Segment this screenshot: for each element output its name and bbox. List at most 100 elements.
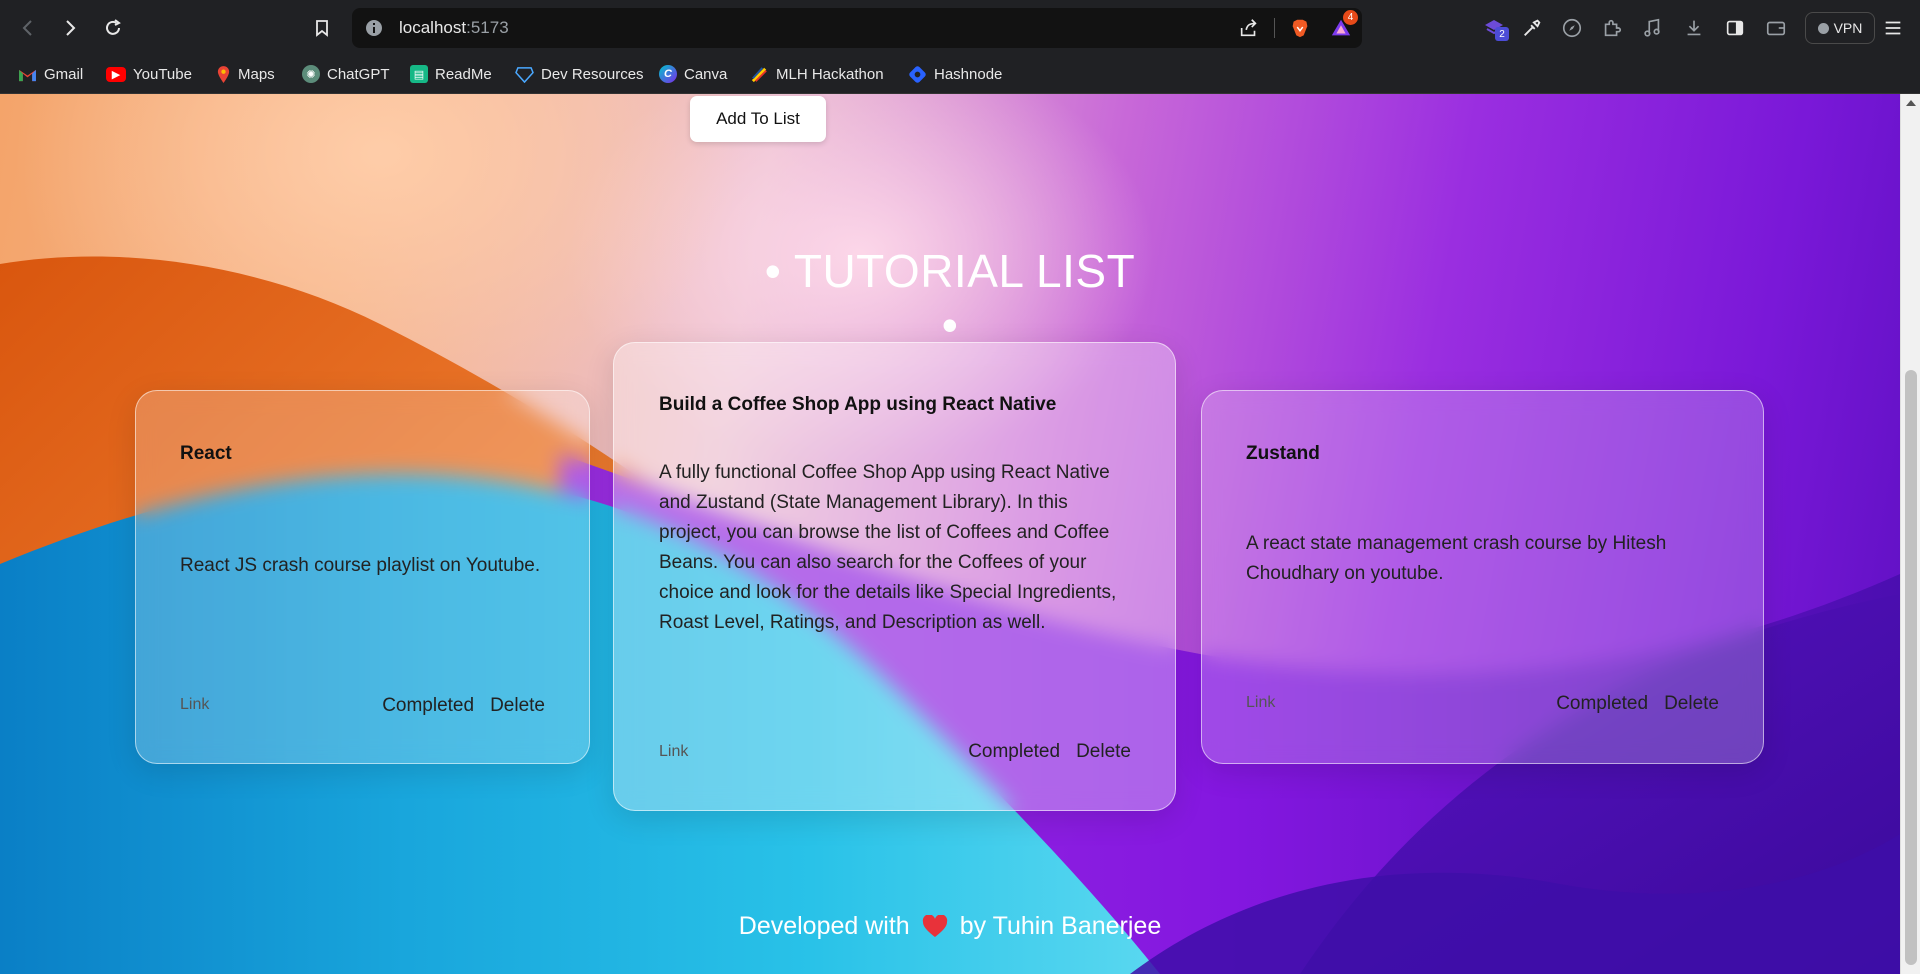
maps-icon (217, 65, 230, 83)
wallet-button[interactable] (1764, 16, 1788, 40)
url-port: :5173 (466, 18, 509, 37)
address-bar-divider (1274, 18, 1275, 38)
bookmark-canva[interactable]: C Canva (659, 61, 727, 87)
bookmark-label: YouTube (133, 65, 192, 83)
wallet-icon (1766, 21, 1786, 36)
bookmark-page-button[interactable] (306, 12, 338, 44)
vpn-button[interactable]: VPN (1805, 12, 1875, 44)
card-title: Build a Coffee Shop App using React Nati… (659, 394, 1057, 415)
bookmarks-bar: Gmail ▶ YouTube Maps ✺ ChatGPT ▤ ReadMe … (0, 54, 1920, 94)
extension-button-1[interactable]: 2 (1482, 16, 1509, 41)
card-description: React JS crash course playlist on Youtub… (180, 555, 541, 576)
bookmark-gmail[interactable]: Gmail (18, 61, 83, 87)
scroll-thumb[interactable] (1905, 370, 1917, 965)
browser-toolbar: localhost:5173 4 2 VPN (0, 0, 1920, 54)
page-scrollbar[interactable] (1900, 94, 1920, 974)
share-button[interactable] (1237, 16, 1261, 40)
add-to-list-button[interactable]: Add To List (690, 96, 826, 142)
sidebar-icon (1726, 20, 1744, 36)
hashnode-icon (909, 65, 926, 83)
back-button[interactable] (12, 12, 44, 44)
bookmark-label: Maps (238, 65, 275, 83)
extension-badge: 2 (1495, 27, 1509, 41)
card-link[interactable]: Link (180, 696, 209, 714)
bookmark-label: ReadMe (435, 65, 492, 83)
url-host: localhost (399, 18, 467, 37)
compass-icon (1562, 18, 1582, 38)
dev-resources-icon (515, 66, 534, 83)
rewards-badge: 4 (1343, 10, 1358, 25)
heart-icon (922, 914, 947, 937)
compass-extension[interactable] (1560, 16, 1584, 40)
vpn-status-icon (1817, 22, 1829, 34)
eyedropper-icon (1524, 19, 1541, 36)
bookmark-label: Gmail (44, 65, 84, 83)
completed-button[interactable]: Completed (968, 741, 1060, 763)
bookmark-dev-resources[interactable]: Dev Resources (515, 61, 644, 87)
brave-rewards-button[interactable]: 4 (1329, 10, 1358, 40)
bookmark-icon (316, 20, 328, 37)
mlh-icon (751, 66, 767, 82)
bookmark-label: MLH Hackathon (776, 65, 884, 83)
sidebar-button[interactable] (1723, 16, 1747, 40)
music-note-icon (1644, 18, 1660, 37)
puzzle-icon (1604, 19, 1622, 37)
forward-arrow-icon (66, 20, 76, 36)
card-link[interactable]: Link (1246, 694, 1275, 712)
bookmark-chatgpt[interactable]: ✺ ChatGPT (302, 61, 390, 87)
share-icon (1240, 19, 1257, 37)
media-button[interactable] (1640, 16, 1664, 40)
bookmark-label: Canva (684, 65, 728, 83)
card-description: A fully functional Coffee Shop App using… (659, 462, 1117, 633)
bookmark-label: Dev Resources (541, 65, 644, 83)
readme-icon: ▤ (410, 65, 428, 83)
card-description: A react state management crash course by… (1246, 533, 1667, 584)
brave-lion-icon (1292, 19, 1308, 38)
gmail-icon (19, 69, 36, 81)
delete-button[interactable]: Delete (1664, 693, 1719, 715)
tutorial-card-react: React React JS crash course playlist on … (135, 390, 590, 764)
card-actions: Completed Delete (382, 695, 545, 717)
footer-prefix: Developed with (738, 912, 910, 940)
bookmark-youtube[interactable]: ▶ YouTube (106, 61, 192, 87)
hamburger-menu-icon (1885, 21, 1901, 35)
delete-button[interactable]: Delete (490, 695, 545, 717)
bookmark-mlh[interactable]: MLH Hackathon (750, 61, 884, 87)
page-viewport: Add To List • TUTORIAL LIST • React Reac… (0, 94, 1900, 974)
footer-suffix: by Tuhin Banerjee (959, 912, 1162, 940)
color-picker-extension[interactable] (1520, 16, 1544, 40)
extensions-button[interactable] (1600, 16, 1624, 40)
completed-button[interactable]: Completed (1556, 693, 1648, 715)
bookmark-label: ChatGPT (327, 65, 390, 83)
address-bar[interactable]: localhost:5173 4 (352, 8, 1362, 48)
bookmark-readme[interactable]: ▤ ReadMe (410, 61, 492, 87)
scroll-up-arrow-icon[interactable] (1906, 100, 1916, 106)
brave-shields-button[interactable] (1288, 16, 1312, 40)
back-arrow-icon (22, 20, 32, 36)
page-footer: Developed with by Tuhin Banerjee (600, 912, 1300, 941)
downloads-button[interactable] (1682, 16, 1706, 40)
vpn-label: VPN (1833, 20, 1863, 36)
card-actions: Completed Delete (968, 741, 1131, 763)
completed-button[interactable]: Completed (382, 695, 474, 717)
menu-button[interactable] (1881, 16, 1905, 40)
card-link[interactable]: Link (659, 743, 688, 761)
card-actions: Completed Delete (1556, 693, 1719, 715)
bookmark-label: Hashnode (934, 65, 1003, 83)
tutorial-card-zustand: Zustand A react state management crash c… (1201, 390, 1764, 764)
reload-button[interactable] (97, 12, 129, 44)
delete-button[interactable]: Delete (1076, 741, 1131, 763)
card-title: Zustand (1246, 443, 1320, 464)
bookmark-hashnode[interactable]: Hashnode (908, 61, 1002, 87)
bookmark-maps[interactable]: Maps (216, 61, 275, 87)
chatgpt-icon: ✺ (302, 65, 320, 83)
site-info-icon[interactable] (364, 18, 384, 38)
page-title: • TUTORIAL LIST • (764, 245, 1136, 351)
url-text[interactable]: localhost:5173 (399, 18, 509, 38)
download-icon (1687, 20, 1701, 36)
forward-button[interactable] (54, 12, 86, 44)
tutorial-card-coffee-shop: Build a Coffee Shop App using React Nati… (613, 342, 1176, 811)
youtube-icon: ▶ (106, 66, 126, 82)
card-title: React (180, 443, 232, 464)
reload-icon (106, 19, 121, 35)
